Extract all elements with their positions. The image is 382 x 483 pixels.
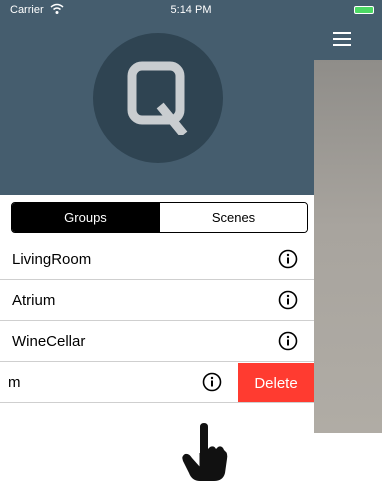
info-circle-icon[interactable] — [202, 372, 222, 392]
group-name: LivingRoom — [12, 251, 92, 268]
menu-header — [0, 20, 314, 195]
group-name: Atrium — [12, 292, 56, 309]
main-content-peek — [314, 20, 382, 465]
tab-groups[interactable]: Groups — [12, 203, 159, 232]
list-item[interactable]: WineCellar — [0, 322, 314, 362]
groups-scenes-segmented-control: Groups Scenes — [11, 202, 308, 233]
content-footer — [314, 433, 382, 465]
status-bar: Carrier 5:14 PM — [0, 0, 382, 20]
status-time: 5:14 PM — [170, 4, 212, 16]
info-circle-icon[interactable] — [278, 249, 298, 269]
side-menu: Groups Scenes LivingRoom Atrium WineCell… — [0, 20, 314, 481]
battery-icon — [354, 6, 374, 14]
info-circle-icon[interactable] — [278, 331, 298, 351]
group-name: WineCellar — [12, 333, 86, 350]
pointing-hand-icon — [182, 423, 228, 481]
q-logo-icon — [127, 61, 188, 135]
group-name: m — [8, 374, 21, 391]
list-item[interactable]: LivingRoom — [0, 240, 314, 280]
info-circle-icon[interactable] — [278, 290, 298, 310]
content-image — [314, 60, 382, 433]
tab-scenes[interactable]: Scenes — [159, 203, 307, 232]
hamburger-icon[interactable] — [333, 32, 351, 46]
app-logo — [93, 33, 223, 163]
list-item-swiped[interactable]: m Delete — [0, 363, 314, 403]
list-item[interactable]: Atrium — [0, 281, 314, 321]
delete-button[interactable]: Delete — [238, 363, 314, 402]
